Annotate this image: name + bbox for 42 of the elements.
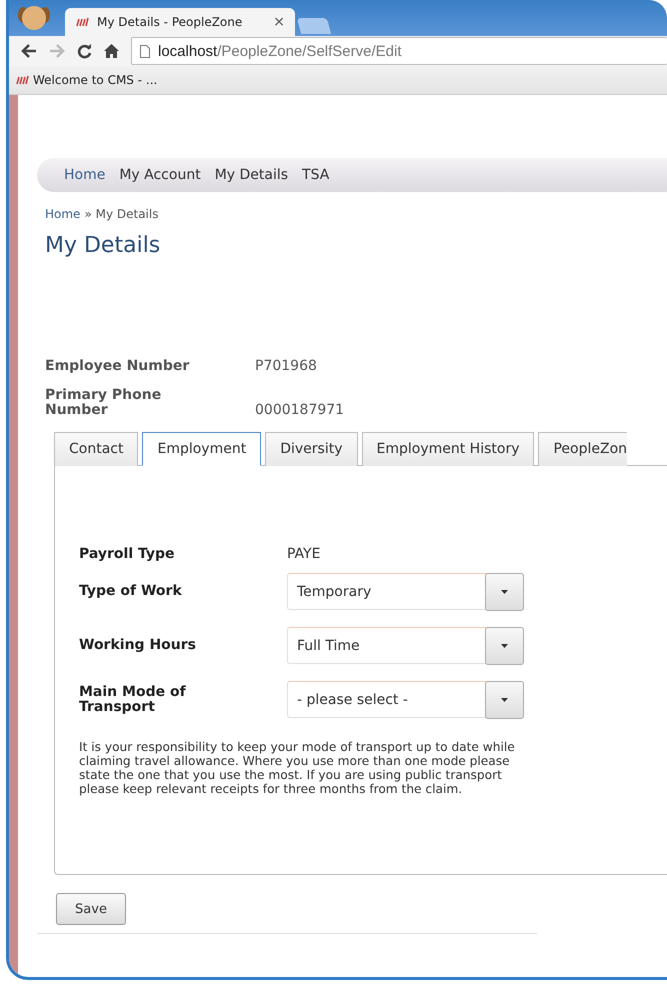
- dropdown[interactable]: Temporary: [287, 573, 524, 610]
- nav-link[interactable]: My Account: [119, 167, 201, 183]
- tab-title: My Details - PeopleZone: [97, 15, 242, 29]
- close-icon[interactable]: ×: [273, 14, 285, 30]
- caret-icon: [501, 644, 508, 648]
- reload-icon[interactable]: [77, 44, 92, 58]
- field-label: Primary Phone Number: [45, 388, 162, 418]
- nav-link[interactable]: Home: [64, 167, 106, 183]
- page-title: My Details: [45, 233, 162, 258]
- page-icon: [140, 44, 150, 58]
- field-value: P701968: [255, 358, 317, 374]
- browser-tab[interactable]: My Details - PeopleZone ×: [65, 8, 295, 36]
- breadcrumb-link[interactable]: Home: [45, 207, 80, 221]
- breadcrumb-current: » My Details: [84, 207, 158, 221]
- dropdown[interactable]: - please select -: [287, 681, 524, 718]
- tab[interactable]: Employment History: [362, 432, 534, 466]
- field-value: PAYE: [287, 546, 320, 562]
- field-label: Payroll Type: [79, 546, 176, 562]
- tab[interactable]: Diversity: [265, 432, 358, 466]
- back-icon[interactable]: [21, 44, 37, 58]
- tab[interactable]: PeopleZon: [538, 432, 628, 466]
- nav-link[interactable]: TSA: [302, 167, 330, 183]
- field-label: Type of Work: [79, 584, 183, 599]
- caret-icon: [501, 698, 508, 702]
- tab[interactable]: Contact: [54, 432, 138, 466]
- field-label: Main Mode of Transport: [79, 684, 187, 714]
- caret-icon: [501, 590, 508, 594]
- field-value: 0000187971: [255, 402, 344, 418]
- transport-note: It is your responsibility to keep your mode of transport up to date while claiming travel allowance. Where you use more than one mode please state the one that you use the most. If you are using public transport please keep relevant receipts for three months from the claim.: [79, 740, 516, 796]
- dog-icon: [17, 5, 51, 31]
- dropdown[interactable]: Full Time: [287, 627, 524, 664]
- address-bar[interactable]: localhost/PeopleZone/SelfServe/Edit: [131, 37, 667, 65]
- home-icon[interactable]: [104, 44, 119, 58]
- field-label: Working Hours: [79, 638, 197, 653]
- field-label: Employee Number: [45, 359, 190, 374]
- bookmark[interactable]: Welcome to CMS - ...: [15, 73, 158, 87]
- bars-icon: [75, 17, 89, 27]
- nav-link[interactable]: My Details: [214, 167, 288, 183]
- tab[interactable]: Employment: [142, 432, 262, 466]
- save-button[interactable]: Save: [56, 893, 126, 925]
- bars-icon: [15, 75, 29, 85]
- url-text: localhost/PeopleZone/SelfServe/Edit: [158, 42, 402, 60]
